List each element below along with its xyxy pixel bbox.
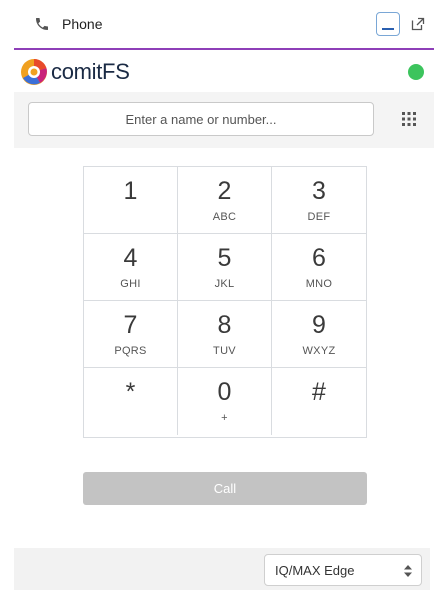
search-area bbox=[14, 92, 434, 148]
key-letters: WXYZ bbox=[302, 345, 336, 357]
select-value: IQ/MAX Edge bbox=[275, 562, 355, 578]
utility-header: Phone bbox=[14, 0, 434, 50]
comitfs-logo bbox=[21, 58, 47, 85]
key-6[interactable]: 6 MNO bbox=[272, 234, 366, 301]
phone-icon bbox=[34, 15, 52, 33]
key-letters: TUV bbox=[213, 345, 236, 357]
select-arrows-icon bbox=[404, 565, 412, 577]
key-digit: 9 bbox=[312, 311, 326, 339]
key-9[interactable]: 9 WXYZ bbox=[272, 301, 366, 368]
key-digit: # bbox=[312, 378, 326, 406]
key-1[interactable]: 1 bbox=[84, 167, 178, 234]
call-button[interactable]: Call bbox=[83, 472, 367, 505]
key-digit: 3 bbox=[312, 177, 326, 205]
key-digit: * bbox=[125, 378, 136, 406]
search-input[interactable] bbox=[28, 102, 374, 136]
key-0[interactable]: 0 + bbox=[178, 368, 272, 435]
grid-icon[interactable] bbox=[402, 112, 416, 126]
footer-bar: IQ/MAX Edge bbox=[14, 548, 430, 590]
key-8[interactable]: 8 TUV bbox=[178, 301, 272, 368]
key-letters: ABC bbox=[212, 211, 237, 223]
key-2[interactable]: 2 ABC bbox=[178, 167, 272, 234]
key-digit: 1 bbox=[123, 177, 138, 205]
key-digit: 8 bbox=[217, 311, 232, 339]
key-5[interactable]: 5 JKL bbox=[178, 234, 272, 301]
dial-keypad: 1 2 ABC 3 DEF 4 GHI 5 JKL 6 MNO 7 PQRS 8 TUV 9 W… bbox=[83, 166, 367, 438]
environment-select[interactable]: IQ/MAX Edge bbox=[264, 554, 422, 586]
key-digit: 2 bbox=[217, 177, 232, 205]
minimize-button[interactable] bbox=[376, 12, 400, 36]
key-digit: 4 bbox=[123, 244, 138, 272]
key-star[interactable]: * bbox=[84, 368, 178, 435]
panel-title: Phone bbox=[62, 16, 103, 32]
key-4[interactable]: 4 GHI bbox=[84, 234, 178, 301]
key-letters: GHI bbox=[120, 278, 141, 290]
key-digit: 0 bbox=[217, 378, 232, 406]
key-letters: + bbox=[221, 412, 228, 424]
key-digit: 6 bbox=[312, 244, 326, 272]
key-letters: JKL bbox=[214, 278, 235, 290]
brand-bar: comitFS bbox=[14, 52, 434, 92]
key-digit: 7 bbox=[123, 311, 138, 339]
popout-icon[interactable] bbox=[408, 14, 428, 34]
brand-name: comitFS bbox=[51, 59, 130, 84]
status-indicator bbox=[408, 64, 424, 80]
key-digit: 5 bbox=[217, 244, 232, 272]
key-letters: PQRS bbox=[114, 345, 147, 357]
key-letters: MNO bbox=[305, 278, 333, 290]
key-7[interactable]: 7 PQRS bbox=[84, 301, 178, 368]
minimize-icon bbox=[382, 28, 394, 30]
key-letters: DEF bbox=[307, 211, 331, 223]
key-hash[interactable]: # bbox=[272, 368, 366, 435]
key-3[interactable]: 3 DEF bbox=[272, 167, 366, 234]
